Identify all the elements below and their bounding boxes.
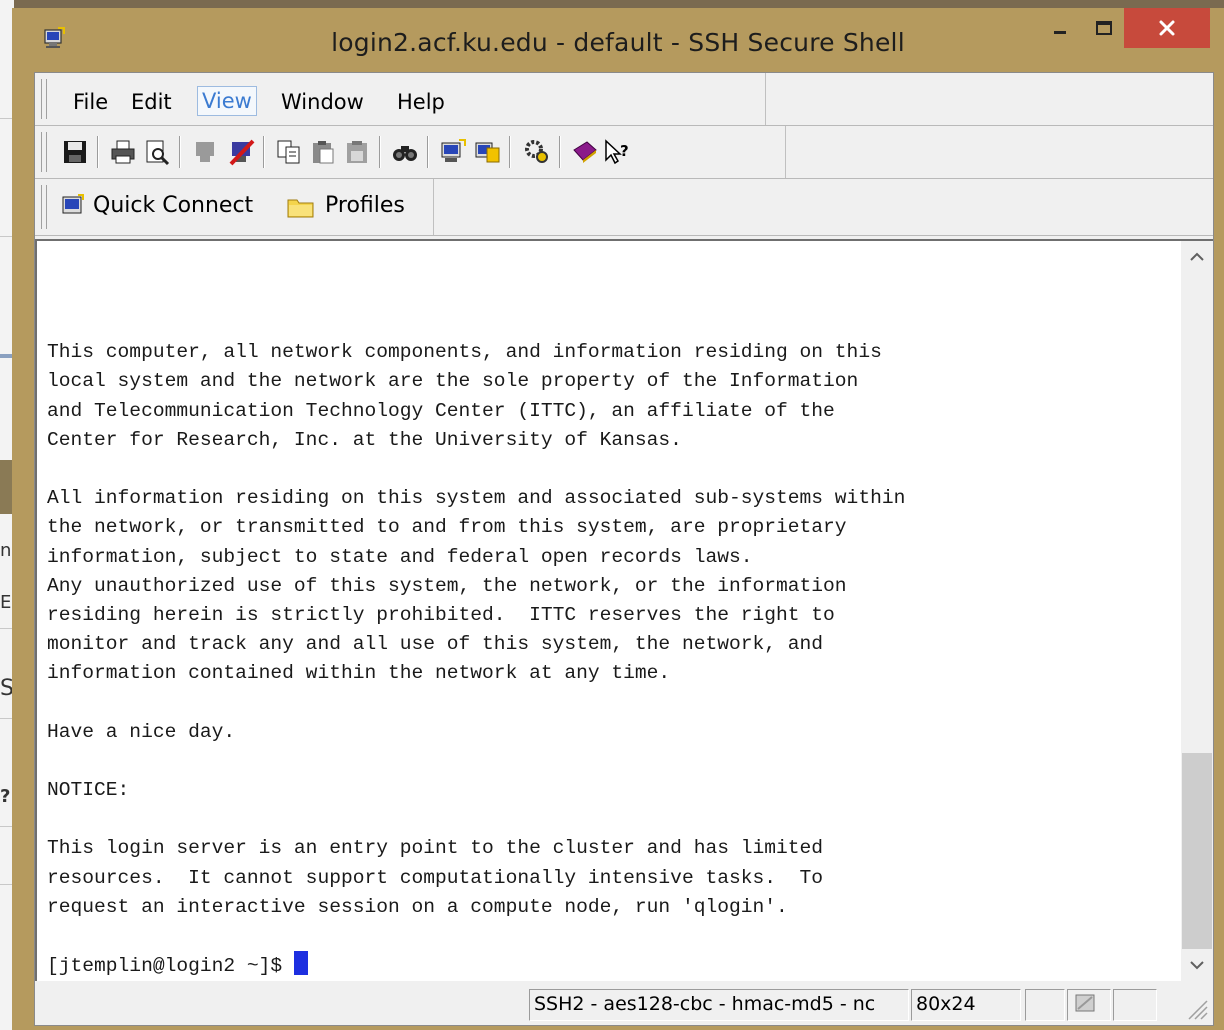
terminal-line: NOTICE: bbox=[47, 779, 130, 801]
title-bar[interactable]: login2.acf.ku.edu - default - SSH Secure… bbox=[12, 8, 1224, 76]
toolbar-separator bbox=[379, 136, 380, 168]
terminal-pane[interactable]: This computer, all network components, a… bbox=[35, 239, 1213, 981]
profiles-button[interactable]: Profiles bbox=[287, 179, 427, 235]
vertical-scrollbar[interactable] bbox=[1181, 241, 1213, 981]
minimize-button[interactable] bbox=[1040, 16, 1080, 48]
paste-disabled-icon[interactable] bbox=[343, 138, 371, 166]
terminal-line: This computer, all network components, a… bbox=[47, 341, 882, 364]
menu-edit[interactable]: Edit bbox=[127, 88, 176, 116]
quick-connect-icon bbox=[62, 194, 84, 214]
close-icon bbox=[1159, 20, 1175, 36]
transfer-status-icon bbox=[1075, 994, 1095, 1012]
whats-this-icon[interactable]: ? bbox=[603, 138, 631, 166]
client-area: File Edit View Window Help ? Quick Conne… bbox=[34, 72, 1214, 1026]
text-cursor bbox=[293, 951, 308, 976]
toolbar: ? bbox=[35, 126, 1213, 179]
menu-help[interactable]: Help bbox=[393, 88, 449, 116]
scroll-down-icon[interactable] bbox=[1181, 953, 1213, 977]
toolbar-grip[interactable] bbox=[41, 132, 47, 172]
folder-icon bbox=[287, 199, 314, 218]
terminal-line: request an interactive session on a comp… bbox=[47, 895, 788, 918]
print-preview-icon[interactable] bbox=[143, 138, 171, 166]
find-icon[interactable] bbox=[391, 138, 419, 166]
shell-prompt: [jtemplin@login2 ~]$ bbox=[47, 955, 294, 978]
terminal-size-status: 80x24 bbox=[911, 989, 1021, 1021]
terminal-line: local system and the network are the sol… bbox=[47, 370, 859, 393]
ssh-window: login2.acf.ku.edu - default - SSH Secure… bbox=[12, 8, 1224, 1030]
terminal-output: This computer, all network components, a… bbox=[47, 309, 1167, 980]
scroll-up-icon[interactable] bbox=[1181, 245, 1213, 269]
print-icon[interactable] bbox=[109, 138, 137, 166]
maximize-button[interactable] bbox=[1084, 16, 1124, 48]
terminal-prompt-line: [jtemplin@login2 ~]$ bbox=[47, 951, 1167, 980]
quick-connect-label: Quick Connect bbox=[93, 193, 254, 218]
toolbar-separator bbox=[97, 136, 98, 168]
connect-bar: Quick Connect Profiles bbox=[35, 179, 1213, 236]
terminal-line: This login server is an entry point to t… bbox=[47, 837, 824, 860]
toolbar-separator bbox=[179, 136, 180, 168]
terminal-line: Center for Research, Inc. at the Univers… bbox=[47, 428, 682, 451]
terminal-line: Any unauthorized use of this system, the… bbox=[47, 574, 847, 597]
resize-grip-icon[interactable] bbox=[1183, 995, 1209, 1021]
connection-status: SSH2 - aes128-cbc - hmac-md5 - nc bbox=[529, 989, 909, 1021]
menu-window[interactable]: Window bbox=[277, 88, 368, 116]
toolbar-separator bbox=[559, 136, 560, 168]
status-pane-empty bbox=[1113, 989, 1157, 1021]
quick-connect-button[interactable]: Quick Connect bbox=[61, 179, 271, 235]
menu-grip[interactable] bbox=[41, 79, 47, 119]
close-button[interactable] bbox=[1124, 8, 1210, 48]
status-bar: SSH2 - aes128-cbc - hmac-md5 - nc 80x24 bbox=[35, 983, 1213, 1025]
terminal-line: and Telecommunication Technology Center … bbox=[47, 399, 835, 422]
status-pane-icon bbox=[1067, 989, 1111, 1021]
terminal-line: information contained within the network… bbox=[47, 662, 671, 685]
menu-view[interactable]: View bbox=[197, 86, 257, 116]
settings-icon[interactable] bbox=[523, 138, 551, 166]
save-icon[interactable] bbox=[61, 138, 89, 166]
disconnect-red-icon[interactable] bbox=[227, 138, 255, 166]
terminal-line: residing herein is strictly prohibited. … bbox=[47, 603, 835, 626]
terminal-line: resources. It cannot support computation… bbox=[47, 866, 824, 889]
profiles-label: Profiles bbox=[325, 193, 405, 218]
help-book-icon[interactable] bbox=[571, 138, 599, 166]
menu-bar: File Edit View Window Help bbox=[35, 73, 1213, 126]
new-terminal-icon[interactable] bbox=[439, 138, 467, 166]
toolbar-separator bbox=[263, 136, 264, 168]
menu-file[interactable]: File bbox=[69, 88, 112, 116]
toolbar-band: ? bbox=[35, 126, 786, 178]
toolbar-separator bbox=[427, 136, 428, 168]
svg-text:?: ? bbox=[620, 142, 629, 160]
paste-icon[interactable] bbox=[309, 138, 337, 166]
terminal-line: Have a nice day. bbox=[47, 720, 236, 743]
status-pane-empty bbox=[1025, 989, 1065, 1021]
new-file-transfer-icon[interactable] bbox=[473, 138, 501, 166]
terminal-line: All information residing on this system … bbox=[47, 487, 906, 510]
menu-band: File Edit View Window Help bbox=[35, 73, 766, 125]
connect-grip[interactable] bbox=[41, 185, 47, 229]
terminal-line: the network, or transmitted to and from … bbox=[47, 516, 847, 539]
terminal-line: information, subject to state and federa… bbox=[47, 545, 753, 568]
toolbar-separator bbox=[509, 136, 510, 168]
disconnect-icon[interactable] bbox=[191, 138, 219, 166]
terminal-line: monitor and track any and all use of thi… bbox=[47, 633, 824, 656]
copy-icon[interactable] bbox=[275, 138, 303, 166]
connect-band: Quick Connect Profiles bbox=[35, 179, 434, 235]
scroll-thumb[interactable] bbox=[1182, 753, 1212, 949]
